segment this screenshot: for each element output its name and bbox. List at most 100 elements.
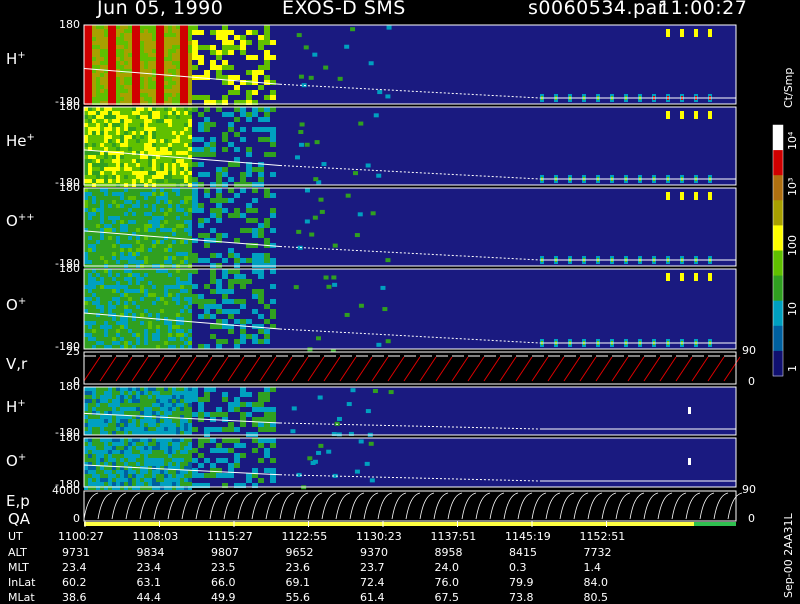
flux-cell [124, 41, 128, 45]
flux-cell [100, 25, 104, 29]
flux-cell [120, 89, 124, 93]
flux-cell [222, 95, 228, 100]
flux-cell [136, 85, 140, 89]
flux-cell [140, 482, 144, 486]
flux-cell [108, 41, 112, 45]
flux-cell [140, 159, 144, 163]
flux-cell [222, 458, 228, 463]
flux-cell [240, 387, 246, 392]
flux-cell [204, 458, 210, 463]
flux-cell [210, 208, 216, 213]
flux-cell [148, 151, 152, 155]
flux-cell [144, 53, 148, 57]
flux-cell [198, 55, 204, 60]
flux-cell [252, 243, 258, 248]
flux-cell [258, 294, 264, 299]
flux-cell [222, 208, 228, 213]
flux-cell [100, 269, 104, 273]
flux-cell [180, 155, 184, 159]
flux-cell [132, 29, 136, 33]
flux-cell [160, 333, 164, 337]
flux-cell [140, 45, 144, 49]
flux-cell [164, 387, 168, 391]
flux-cell [180, 85, 184, 89]
flux-cell [228, 90, 234, 95]
flux-cell [172, 482, 176, 486]
flux-cell [112, 196, 116, 200]
flux-cell [228, 463, 234, 468]
flux-cell [234, 463, 240, 468]
flux-cell [140, 301, 144, 305]
flux-cell [136, 423, 140, 427]
flux-cell [92, 317, 96, 321]
flux-cell [172, 57, 176, 61]
flux-cell [172, 260, 176, 264]
flux-cell [84, 171, 88, 175]
flux-cell [124, 196, 128, 200]
flux-cell [104, 341, 108, 345]
flux-cell [140, 244, 144, 248]
flux-cell [128, 387, 132, 391]
flux-cell [84, 107, 88, 111]
flux-cell [188, 454, 192, 458]
flux-cell [132, 45, 136, 49]
flux-cell [124, 395, 128, 399]
flux-cell [172, 305, 176, 309]
flux-cell [240, 258, 246, 263]
flux-cell [210, 213, 216, 218]
flux-cell [136, 208, 140, 212]
flux-cell [132, 391, 136, 395]
flux-cell [228, 177, 234, 182]
flux-cell [176, 450, 180, 454]
flux-cell [124, 289, 128, 293]
flux-cell [148, 49, 152, 53]
flux-cell [176, 85, 180, 89]
flux-cell [116, 143, 120, 147]
flux-cell [128, 438, 132, 442]
flux-cell [132, 289, 136, 293]
flux-cell [120, 85, 124, 89]
flux-cell [192, 193, 198, 198]
flux-cell [128, 29, 132, 33]
flux-cell [100, 317, 104, 321]
flux-cell [172, 427, 176, 431]
flux-cell [116, 482, 120, 486]
flux-cell [148, 329, 152, 333]
flux-cell [176, 61, 180, 65]
flux-cell [112, 329, 116, 333]
flux-cell [210, 198, 216, 203]
flux-cell [140, 329, 144, 333]
flux-cell [258, 422, 264, 427]
flux-cell [228, 112, 234, 117]
flux-cell [128, 482, 132, 486]
flux-cell [144, 37, 148, 41]
flux-cell [204, 387, 210, 392]
flux-cell [246, 334, 252, 339]
flux-cell [136, 147, 140, 151]
flux-cell [184, 37, 188, 41]
flux-cell [184, 127, 188, 131]
flux-cell [172, 333, 176, 337]
y-tick-top: 25 [66, 345, 80, 358]
flux-cell [112, 107, 116, 111]
flux-cell [160, 438, 164, 442]
flux-cell [160, 143, 164, 147]
flux-cell [140, 212, 144, 216]
flux-cell [188, 333, 192, 337]
flux-cell [172, 415, 176, 419]
flux-cell [204, 127, 210, 132]
flux-cell [136, 25, 140, 29]
flux-cell [116, 289, 120, 293]
flux-cell [144, 403, 148, 407]
flux-cell [160, 423, 164, 427]
flux-cell [192, 95, 198, 100]
flux-cell [240, 284, 246, 289]
flux-cell [172, 458, 176, 462]
flux-cell [112, 240, 116, 244]
flux-cell [156, 427, 160, 431]
flux-cell [88, 395, 92, 399]
flux-cell [164, 143, 168, 147]
flux-cell [100, 89, 104, 93]
flux-cell [100, 446, 104, 450]
flux-cell [84, 333, 88, 337]
